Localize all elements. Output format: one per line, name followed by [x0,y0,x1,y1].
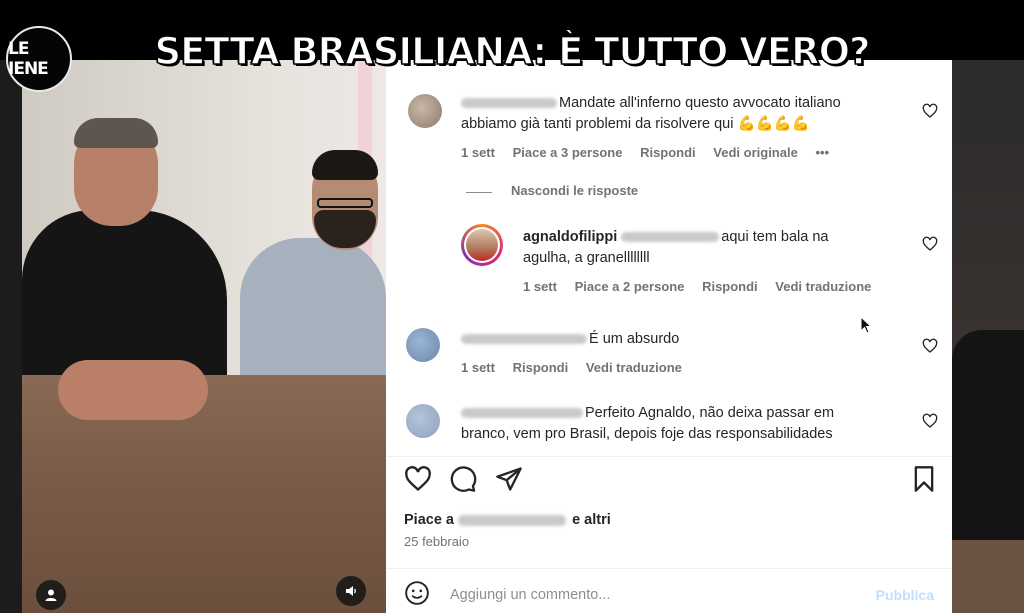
blurred-username [461,408,583,419]
avatar[interactable] [406,404,440,438]
more-options-icon[interactable]: ••• [815,145,829,160]
blurred-username [458,514,567,526]
comment-text-line: agulha, a granellllllll [523,250,650,266]
comment-text: É um absurdo [461,329,921,350]
comment-likes[interactable]: Piace a 3 persone [513,145,623,160]
post-likes[interactable]: Piace a e altri [404,512,611,528]
comment-text-line: Mandate all'inferno questo avvocato ital… [559,95,841,111]
comment-text-line: É um absurdo [589,331,680,347]
comment-text-line: Perfeito Agnaldo, não deixa passar em [585,405,835,421]
comment-text-line: aqui tem bala na [721,229,829,245]
post-actions-bar [386,456,952,497]
background-table [952,540,1024,613]
background-figure [952,330,1024,550]
likes-prefix: Piace a [404,512,454,528]
comment-time: 1 sett [523,279,557,294]
comment-text: Mandate all'inferno questo avvocato ital… [461,93,921,135]
instagram-comments-panel: Mandate all'inferno questo avvocato ital… [386,60,952,613]
video-person-right-hair [312,150,378,180]
comment-time: 1 sett [461,360,495,375]
reply-button[interactable]: Rispondi [640,145,696,160]
comment-likes[interactable]: Piace a 2 persone [575,279,685,294]
reply-button[interactable]: Rispondi [702,279,758,294]
blurred-username [461,98,557,109]
user-icon[interactable] [36,580,66,610]
comment-time: 1 sett [461,145,495,160]
video-person-left-hair [74,118,158,148]
comment-icon[interactable] [449,465,477,493]
blurred-username [461,334,587,345]
video-person-left-hands [58,360,208,420]
avatar [466,229,498,261]
hide-replies-line [466,192,492,193]
avatar-story-ring[interactable] [461,224,503,266]
see-translation-button[interactable]: Vedi traduzione [775,279,871,294]
video-person-right-glasses [317,198,373,208]
heart-icon[interactable] [404,465,432,493]
blurred-username [621,232,720,243]
avatar[interactable] [406,328,440,362]
comment-text: agnaldofilippi aqui tem bala na agulha, … [523,227,883,269]
heart-icon[interactable] [922,338,938,354]
see-original-button[interactable]: Vedi originale [713,145,798,160]
reply-button[interactable]: Rispondi [513,360,569,375]
headline-caption: SETTA BRASILIANA: È TUTTO VERO? [154,29,872,74]
mouse-cursor-icon [860,316,872,334]
heart-icon[interactable] [922,236,938,252]
avatar[interactable] [408,94,442,128]
bookmark-icon[interactable] [910,465,938,493]
heart-icon[interactable] [922,413,938,429]
comment-meta: 1 sett Piace a 3 persone Rispondi Vedi o… [461,145,843,160]
comment-username[interactable]: agnaldofilippi [523,229,617,245]
comment-text-line: abbiamo già tanti problemi da risolvere … [461,116,810,132]
emoji-icon[interactable] [404,580,430,606]
add-comment-bar: Aggiungi un commento... Pubblica [386,568,952,613]
hide-replies-button[interactable]: Nascondi le risposte [511,183,638,198]
comment-meta: 1 sett Rispondi Vedi traduzione [461,360,696,375]
background-right-strip [952,60,1024,613]
see-translation-button[interactable]: Vedi traduzione [586,360,682,375]
likes-suffix: e altri [572,512,611,528]
paper-plane-icon[interactable] [495,465,523,493]
comment-text: Perfeito Agnaldo, não deixa passar em br… [461,403,931,445]
background-left-strip [0,60,22,613]
comment-meta: 1 sett Piace a 2 persone Rispondi Vedi t… [523,279,885,294]
publish-button[interactable]: Pubblica [876,587,934,603]
comment-input[interactable]: Aggiungi un commento... [450,587,610,603]
video-panel[interactable] [22,60,386,613]
heart-icon[interactable] [922,103,938,119]
comment-text-line: branco, vem pro Brasil, depois foje das … [461,426,833,442]
post-date: 25 febbraio [404,534,470,549]
speaker-icon[interactable] [336,576,366,606]
